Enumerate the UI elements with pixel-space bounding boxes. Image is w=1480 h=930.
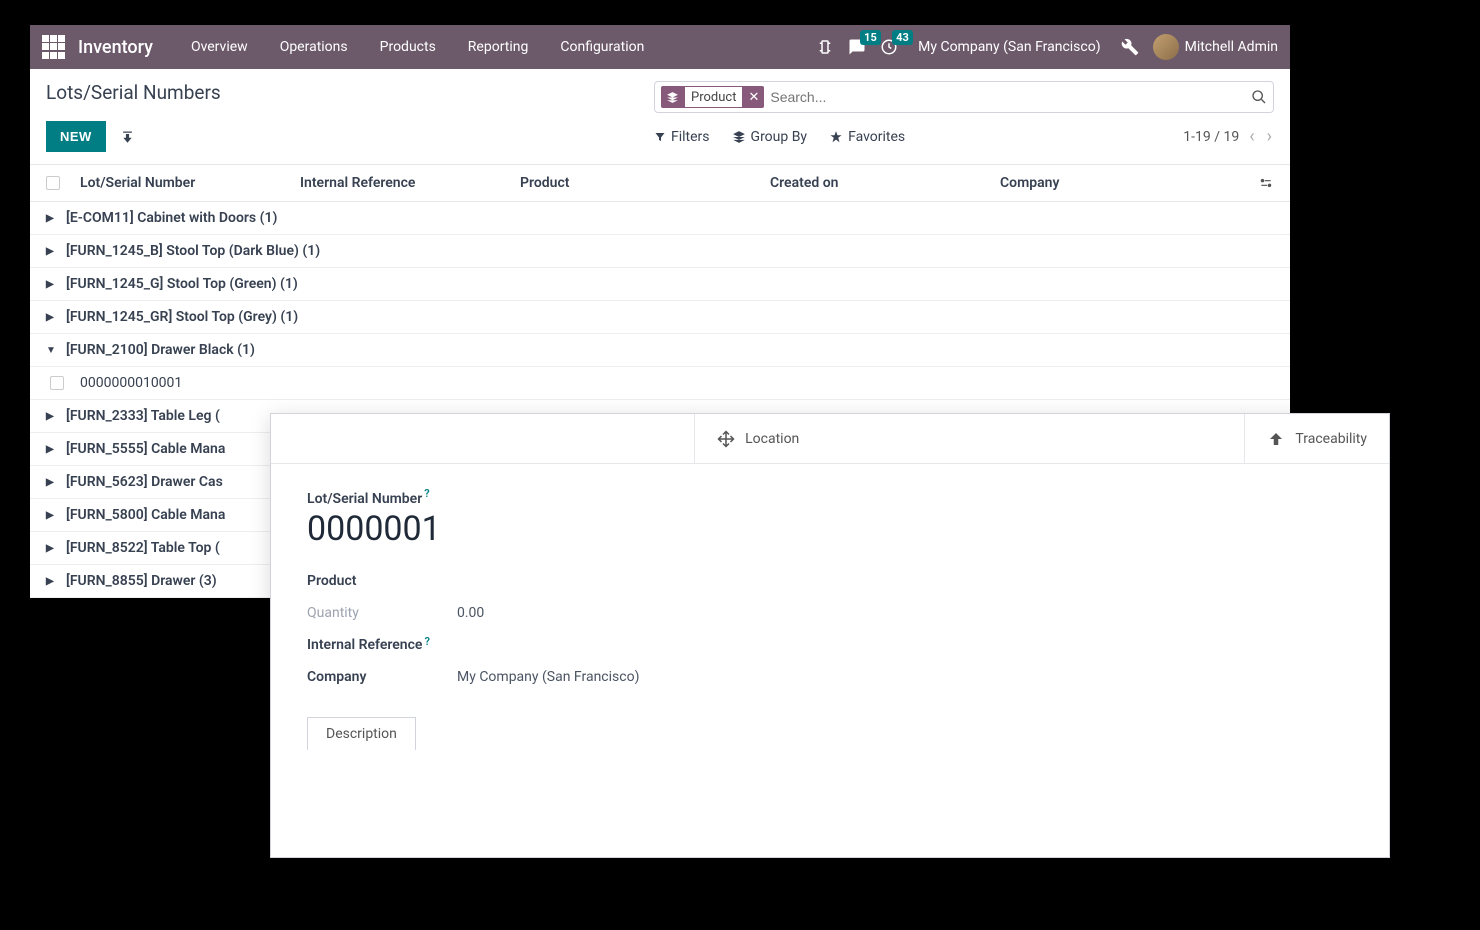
phone-icon[interactable] [816, 38, 834, 56]
lot-cell: 0000000010001 [80, 375, 182, 391]
group-row[interactable]: ▶[FURN_1245_G] Stool Top (Green) (1) [30, 268, 1290, 301]
search-facet-product: Product ✕ [661, 86, 764, 108]
optional-columns-icon[interactable] [1258, 176, 1274, 190]
product-label: Product [307, 573, 457, 589]
pager-text: 1-19 / 19 [1183, 129, 1239, 145]
traceability-button[interactable]: Traceability [1244, 414, 1389, 463]
move-icon [717, 430, 735, 448]
pager-prev[interactable]: ‹ [1247, 126, 1256, 147]
table-header: Lot/Serial Number Internal Reference Pro… [30, 164, 1290, 202]
group-label: [FURN_2100] Drawer Black (1) [66, 342, 255, 358]
caret-right-icon: ▶ [46, 510, 66, 521]
group-label: [FURN_5555] Cable Mana [66, 441, 225, 457]
debug-icon[interactable] [1121, 38, 1139, 56]
location-button[interactable]: Location [694, 414, 821, 463]
quantity-label: Quantity [307, 605, 457, 621]
caret-right-icon: ▶ [46, 477, 66, 488]
filter-icon [654, 131, 666, 143]
group-label: [FURN_8855] Drawer (3) [66, 573, 217, 589]
lot-number-label: Lot/Serial Number? [307, 491, 430, 507]
col-product[interactable]: Product [520, 175, 770, 191]
group-label: [FURN_1245_GR] Stool Top (Grey) (1) [66, 309, 298, 325]
user-menu[interactable]: Mitchell Admin [1153, 34, 1278, 60]
nav-reporting[interactable]: Reporting [452, 29, 545, 65]
layers-icon [661, 91, 684, 104]
col-created[interactable]: Created on [770, 175, 1000, 191]
filters-button[interactable]: Filters [654, 129, 710, 145]
actions-row: NEW Filters Group By Favorites 1-19 / 19… [30, 113, 1290, 164]
group-row[interactable]: ▼[FURN_2100] Drawer Black (1) [30, 334, 1290, 367]
caret-right-icon: ▶ [46, 246, 66, 257]
apps-icon[interactable] [42, 35, 66, 59]
caret-right-icon: ▶ [46, 543, 66, 554]
module-title[interactable]: Inventory [78, 37, 153, 58]
internal-ref-label: Internal Reference? [307, 637, 457, 653]
group-label: [FURN_1245_B] Stool Top (Dark Blue) (1) [66, 243, 320, 259]
col-lot[interactable]: Lot/Serial Number [80, 175, 300, 191]
lot-number-value[interactable]: 0000001 [307, 509, 1353, 549]
group-label: [FURN_1245_G] Stool Top (Green) (1) [66, 276, 298, 292]
row-checkbox[interactable] [50, 376, 64, 390]
table-row[interactable]: 0000000010001 [30, 367, 1290, 400]
select-all-checkbox[interactable] [46, 176, 60, 190]
caret-right-icon: ▶ [46, 213, 66, 224]
group-label: [FURN_5800] Cable Mana [66, 507, 225, 523]
col-ref[interactable]: Internal Reference [300, 175, 520, 191]
facet-label: Product [685, 87, 742, 107]
col-company[interactable]: Company [1000, 175, 1258, 191]
caret-right-icon: ▶ [46, 312, 66, 323]
group-by-button[interactable]: Group By [732, 129, 808, 145]
layers-icon [732, 130, 746, 144]
messages-badge: 15 [860, 30, 881, 45]
group-label: [FURN_8522] Table Top ( [66, 540, 220, 556]
nav-overview[interactable]: Overview [175, 29, 264, 65]
avatar [1153, 34, 1179, 60]
quantity-value: 0.00 [457, 605, 484, 621]
favorites-button[interactable]: Favorites [829, 129, 905, 145]
group-row[interactable]: ▶[E-COM11] Cabinet with Doors (1) [30, 202, 1290, 235]
pager: 1-19 / 19 ‹ › [1183, 126, 1274, 147]
nav-products[interactable]: Products [364, 29, 452, 65]
caret-right-icon: ▶ [46, 279, 66, 290]
facet-remove[interactable]: ✕ [743, 90, 764, 105]
caret-down-icon: ▼ [46, 345, 66, 356]
top-navbar: Inventory Overview Operations Products R… [30, 25, 1290, 69]
company-switcher[interactable]: My Company (San Francisco) [912, 39, 1106, 55]
record-form-panel: Location Traceability Lot/Serial Number?… [270, 413, 1390, 858]
group-label: [FURN_2333] Table Leg ( [66, 408, 220, 424]
company-value[interactable]: My Company (San Francisco) [457, 669, 639, 685]
search-icon[interactable] [1251, 89, 1267, 105]
user-name: Mitchell Admin [1185, 39, 1278, 55]
company-label: Company [307, 669, 457, 685]
help-icon[interactable]: ? [424, 635, 429, 648]
download-icon[interactable] [120, 129, 135, 144]
nav-configuration[interactable]: Configuration [544, 29, 660, 65]
nav-operations[interactable]: Operations [264, 29, 364, 65]
status-bar: Location Traceability [271, 414, 1389, 464]
group-label: [E-COM11] Cabinet with Doors (1) [66, 210, 277, 226]
group-row[interactable]: ▶[FURN_1245_GR] Stool Top (Grey) (1) [30, 301, 1290, 334]
tab-description[interactable]: Description [307, 717, 416, 750]
caret-right-icon: ▶ [46, 576, 66, 587]
activities-icon[interactable]: 43 [880, 38, 898, 56]
search-input[interactable] [770, 89, 1251, 105]
search-box[interactable]: Product ✕ [654, 81, 1274, 113]
activities-badge: 43 [892, 30, 913, 45]
group-label: [FURN_5623] Drawer Cas [66, 474, 223, 490]
help-icon[interactable]: ? [424, 487, 429, 500]
control-bar: Lots/Serial Numbers Product ✕ [30, 69, 1290, 113]
messages-icon[interactable]: 15 [848, 38, 866, 56]
page-title: Lots/Serial Numbers [46, 81, 221, 104]
caret-right-icon: ▶ [46, 444, 66, 455]
star-icon [829, 130, 843, 144]
caret-right-icon: ▶ [46, 411, 66, 422]
arrow-up-icon [1267, 430, 1285, 448]
pager-next[interactable]: › [1265, 126, 1274, 147]
group-row[interactable]: ▶[FURN_1245_B] Stool Top (Dark Blue) (1) [30, 235, 1290, 268]
new-button[interactable]: NEW [46, 121, 106, 152]
